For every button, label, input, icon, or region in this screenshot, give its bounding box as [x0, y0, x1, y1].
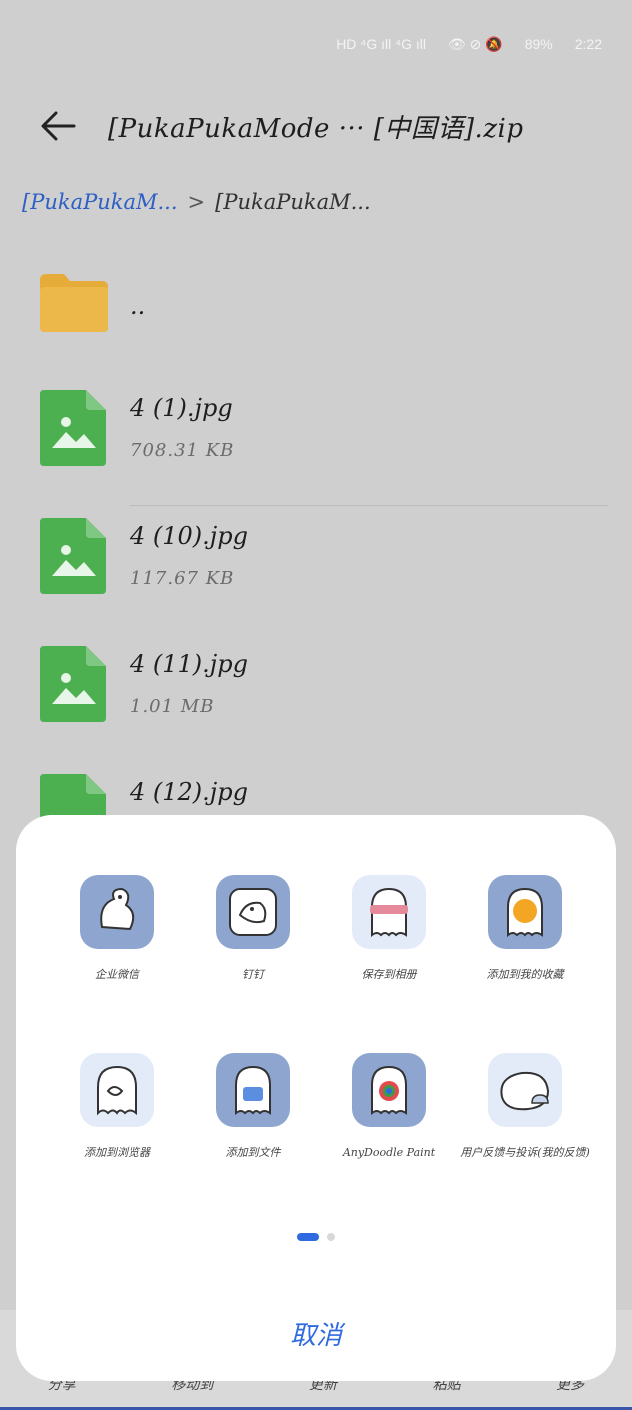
- share-app-4[interactable]: 添加到浏览器: [48, 1053, 186, 1161]
- list-item[interactable]: 4 (1).jpg 708.31 KB: [0, 378, 608, 506]
- list-item[interactable]: 4 (10).jpg 117.67 KB: [0, 506, 608, 634]
- file-name: ..: [130, 292, 146, 320]
- file-size: 708.31 KB: [130, 440, 235, 461]
- file-size: 117.67 KB: [130, 568, 235, 589]
- breadcrumb-separator: >: [187, 190, 206, 214]
- share-app-3[interactable]: 添加到我的收藏: [456, 875, 594, 983]
- share-app-0[interactable]: 企业微信: [48, 875, 186, 983]
- breadcrumb: [PukaPukaM... > [PukaPukaM...: [22, 190, 371, 214]
- image-file-icon: [40, 646, 106, 722]
- app-label: 添加到文件: [225, 1146, 281, 1159]
- ghost-cloud-icon: [488, 1053, 562, 1127]
- signal-icons: HD ⁴G ıll ⁴G ıll: [336, 36, 426, 52]
- clock: 2:22: [574, 36, 602, 52]
- folder-icon: [40, 274, 108, 332]
- app-label: 钉钉: [242, 968, 264, 981]
- ghost-phone-icon: [216, 1053, 290, 1127]
- share-app-1[interactable]: 钉钉: [184, 875, 322, 983]
- list-item[interactable]: 4 (11).jpg 1.01 MB: [0, 634, 608, 762]
- share-app-5[interactable]: 添加到文件: [184, 1053, 322, 1161]
- app-label: 企业微信: [95, 968, 139, 981]
- app-label: 添加到我的收藏: [486, 968, 564, 981]
- ghost-mask-icon: [352, 875, 426, 949]
- squirrel-icon: [80, 875, 154, 949]
- ghost-sketch-icon: [80, 1053, 154, 1127]
- app-label: 用户反馈与投诉(我的反馈): [460, 1146, 590, 1159]
- status-icons: 👁 ⊘ 🔕: [448, 35, 503, 52]
- app-label: 添加到浏览器: [84, 1146, 150, 1159]
- file-size: 1.01 MB: [130, 696, 215, 717]
- app-label: 保存到相册: [361, 968, 417, 981]
- ghost-paint-icon: [352, 1053, 426, 1127]
- status-bar: HD ⁴G ıll ⁴G ıll 👁 ⊘ 🔕 89% 2:22: [0, 28, 602, 60]
- back-button[interactable]: [36, 104, 80, 148]
- file-name: 4 (11).jpg: [130, 650, 248, 678]
- file-name: 4 (12).jpg: [130, 778, 248, 806]
- app-label: AnyDoodle Paint: [342, 1146, 436, 1159]
- page-dot-active: [297, 1233, 319, 1241]
- image-file-icon: [40, 390, 106, 466]
- page-indicator: [16, 1233, 616, 1241]
- image-file-icon: [40, 518, 106, 594]
- page-title: [PukaPukaMode ··· [中国语].zip: [108, 114, 524, 144]
- share-app-2[interactable]: 保存到相册: [320, 875, 458, 983]
- cancel-button[interactable]: 取消: [16, 1315, 616, 1352]
- battery-level: 89%: [524, 36, 553, 52]
- share-sheet: 企业微信 钉钉 保存到相册 添加到我的收藏 添加到浏览器 添加到文件 AnyDo…: [16, 815, 616, 1381]
- page-dot: [327, 1233, 335, 1241]
- back-arrow-icon: [41, 111, 76, 141]
- app-header: [PukaPukaMode ··· [中国语].zip: [0, 96, 632, 152]
- list-item-parent-folder[interactable]: ..: [0, 250, 608, 378]
- share-app-6[interactable]: AnyDoodle Paint: [320, 1053, 458, 1161]
- breadcrumb-current: [PukaPukaM...: [215, 190, 371, 214]
- penguin-icon: [216, 875, 290, 949]
- file-name: 4 (1).jpg: [130, 394, 233, 422]
- breadcrumb-parent[interactable]: [PukaPukaM...: [22, 190, 178, 214]
- file-name: 4 (10).jpg: [130, 522, 248, 550]
- ghost-orange-icon: [488, 875, 562, 949]
- share-app-7[interactable]: 用户反馈与投诉(我的反馈): [456, 1053, 594, 1161]
